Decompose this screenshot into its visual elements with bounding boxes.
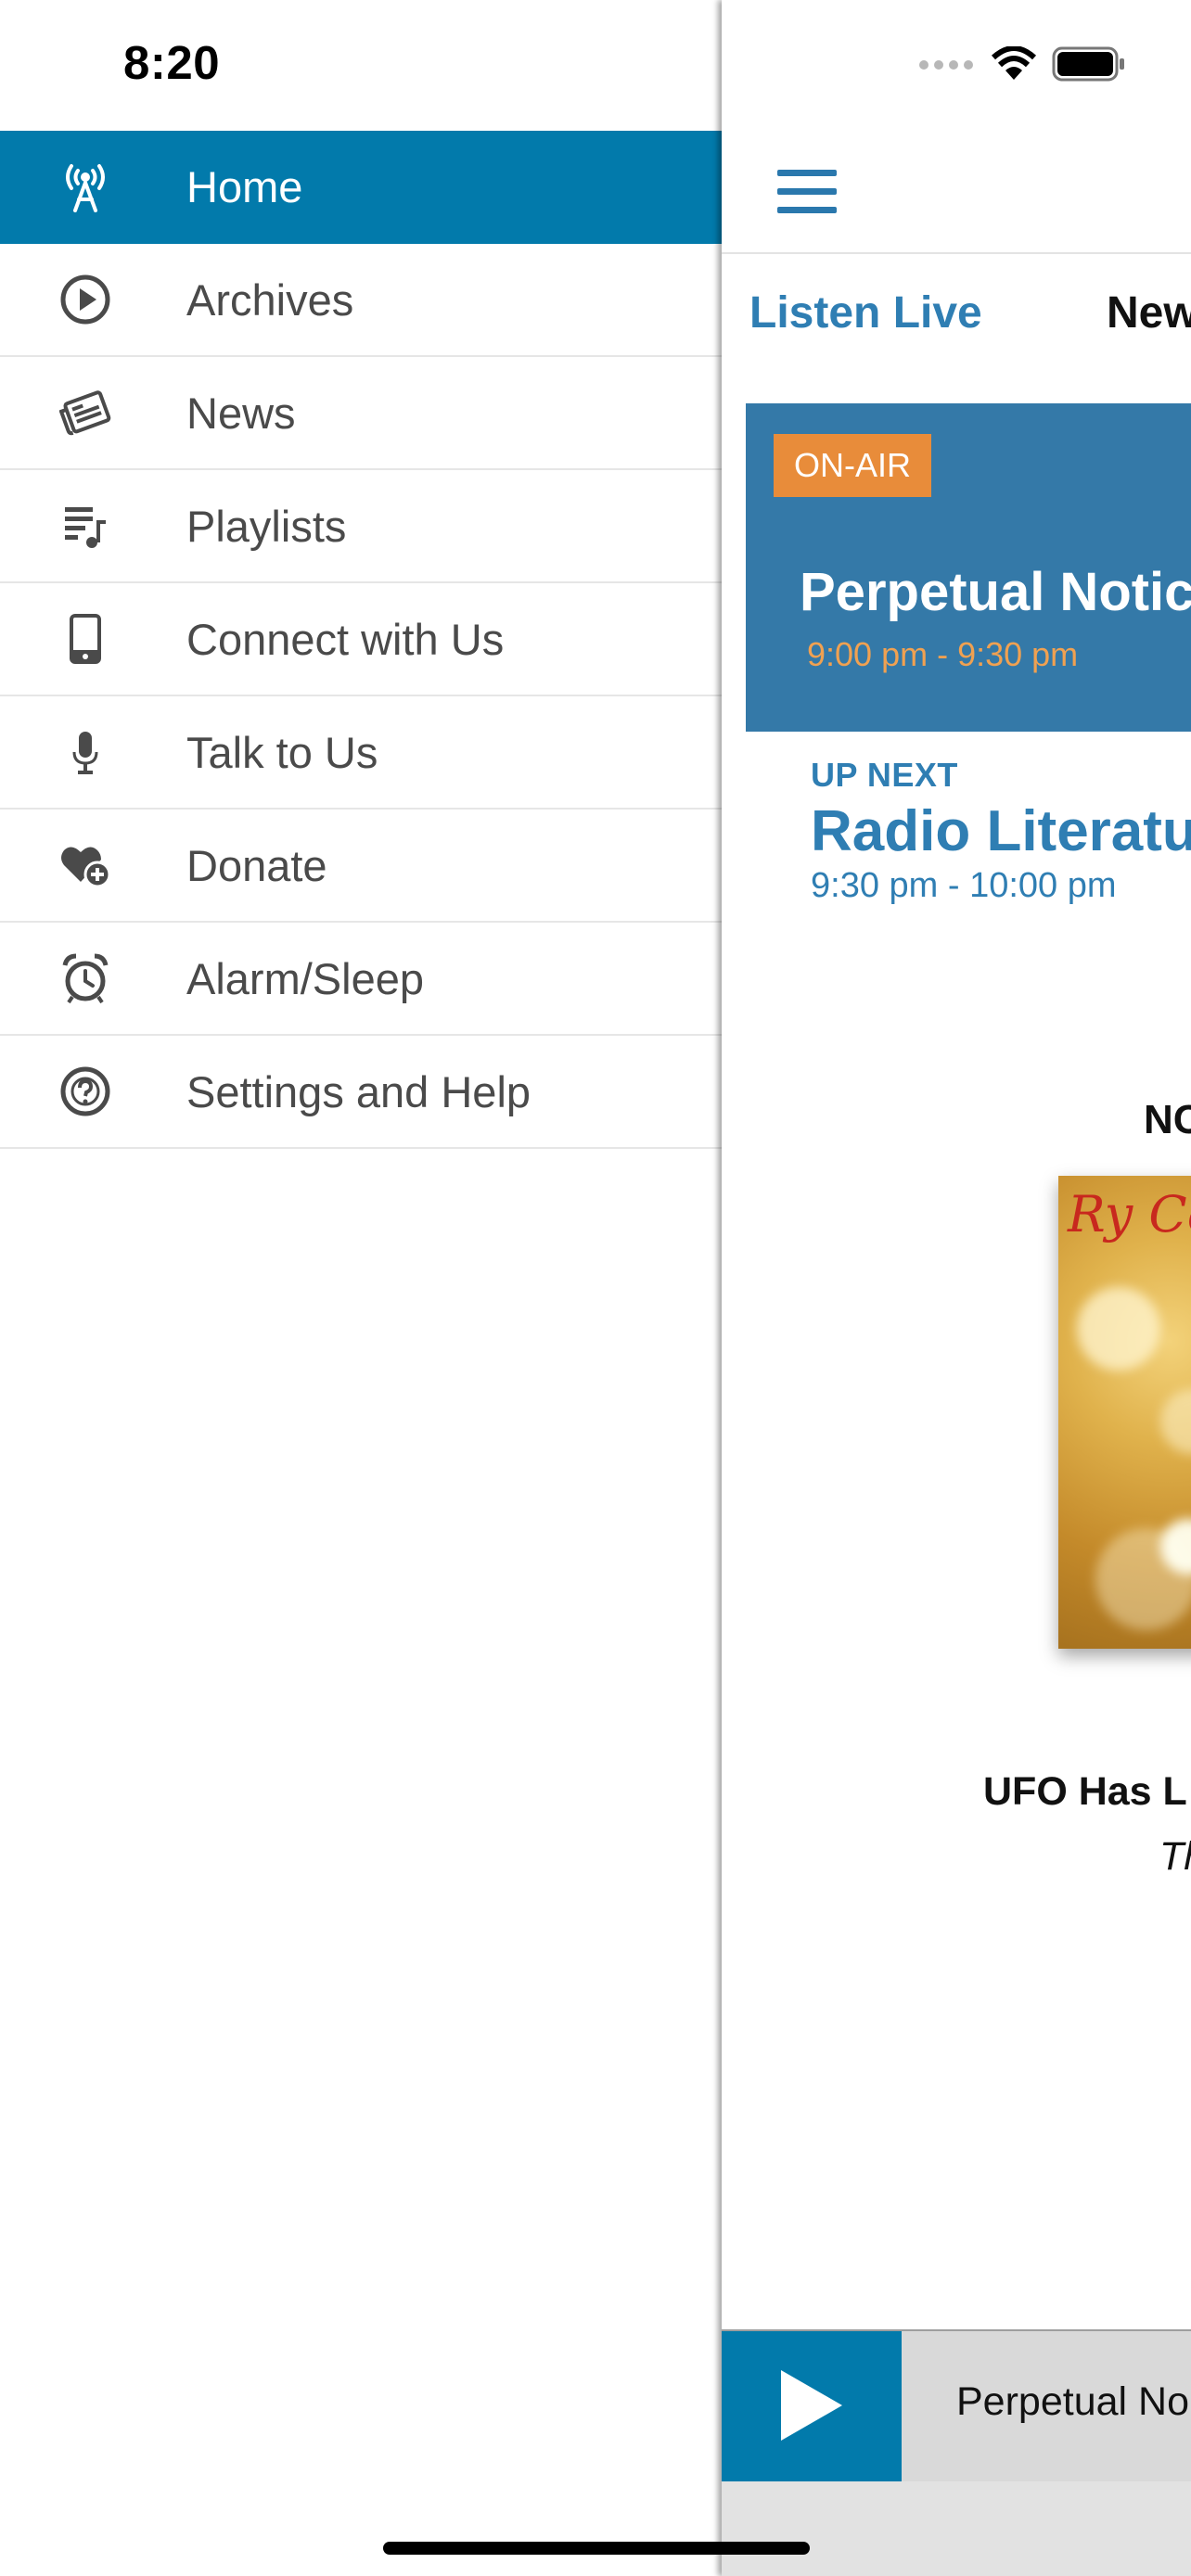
home-indicator[interactable] xyxy=(383,2542,810,2555)
signal-dots-icon xyxy=(918,58,976,75)
up-next-section[interactable]: UP NEXT Radio Literatu 9:30 pm - 10:00 p… xyxy=(811,756,1191,906)
now-playing-label: NC xyxy=(1144,1097,1191,1142)
battery-icon xyxy=(1052,46,1126,86)
menu-item-home[interactable]: Home xyxy=(0,131,722,244)
help-circle-icon xyxy=(56,1064,115,1119)
tab-bar: Listen Live New xyxy=(722,269,1191,362)
microphone-icon xyxy=(56,724,115,780)
alarm-clock-icon xyxy=(56,950,115,1006)
on-air-card[interactable]: ON-AIR Perpetual Notic 9:00 pm - 9:30 pm xyxy=(746,403,1191,732)
phone-icon xyxy=(56,611,115,667)
mini-player: Perpetual No xyxy=(722,2329,1191,2483)
tab-news[interactable]: New xyxy=(1107,287,1191,338)
status-time: 8:20 xyxy=(123,36,221,89)
on-air-title: Perpetual Notic xyxy=(800,562,1191,622)
play-button[interactable] xyxy=(722,2331,902,2483)
player-title[interactable]: Perpetual No xyxy=(956,2379,1189,2425)
play-icon xyxy=(777,2368,846,2447)
menu-item-alarm-sleep[interactable]: Alarm/Sleep xyxy=(0,923,722,1036)
menu-label-home: Home xyxy=(186,161,303,211)
heart-plus-icon xyxy=(56,837,115,893)
play-circle-icon xyxy=(56,272,115,327)
album-art: Ry Co xyxy=(1058,1176,1191,1649)
player-footer xyxy=(722,2481,1191,2576)
menu-label-archives: Archives xyxy=(186,274,354,325)
track-title: UFO Has L xyxy=(983,1769,1187,1814)
navigation-drawer: 8:20 Home Archives News Playlists Connec… xyxy=(0,0,722,2576)
menu-item-donate[interactable]: Donate xyxy=(0,810,722,923)
up-next-label: UP NEXT xyxy=(811,756,958,794)
status-icons xyxy=(918,45,1126,86)
on-air-badge: ON-AIR xyxy=(774,434,931,497)
menu-label-talk-to-us: Talk to Us xyxy=(186,727,378,777)
menu-label-playlists: Playlists xyxy=(186,501,347,551)
track-artist: Th xyxy=(1159,1834,1191,1879)
tab-listen-live[interactable]: Listen Live xyxy=(749,287,982,338)
up-next-title: Radio Literatu xyxy=(811,799,1191,863)
radio-tower-icon xyxy=(56,159,115,214)
menu-item-news[interactable]: News xyxy=(0,357,722,470)
menu-label-news: News xyxy=(186,388,296,438)
menu-item-connect-with-us[interactable]: Connect with Us xyxy=(0,583,722,696)
menu-item-settings-and-help[interactable]: Settings and Help xyxy=(0,1036,722,1149)
newspaper-icon xyxy=(56,385,115,440)
menu-label-settings-and-help: Settings and Help xyxy=(186,1066,531,1116)
main-panel: Listen Live New ON-AIR Perpetual Notic 9… xyxy=(722,0,1191,2576)
menu-label-donate: Donate xyxy=(186,840,327,890)
menu-item-playlists[interactable]: Playlists xyxy=(0,470,722,583)
hamburger-menu-button[interactable] xyxy=(777,170,837,214)
album-cover-text: Ry Co xyxy=(1068,1185,1191,1243)
drawer-menu: Home Archives News Playlists Connect wit… xyxy=(0,131,722,1149)
on-air-time: 9:00 pm - 9:30 pm xyxy=(807,635,1079,673)
menu-item-archives[interactable]: Archives xyxy=(0,244,722,357)
menu-label-alarm-sleep: Alarm/Sleep xyxy=(186,953,424,1003)
menu-item-talk-to-us[interactable]: Talk to Us xyxy=(0,696,722,810)
menu-label-connect-with-us: Connect with Us xyxy=(186,614,505,664)
up-next-time: 9:30 pm - 10:00 pm xyxy=(811,866,1117,905)
app-bar xyxy=(722,131,1191,254)
wifi-icon xyxy=(991,45,1037,86)
playlist-icon xyxy=(56,498,115,554)
